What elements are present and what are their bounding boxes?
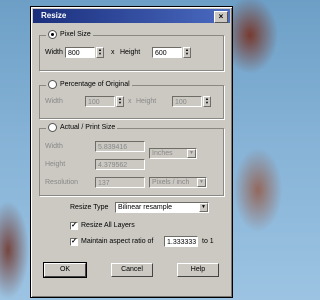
spin-down-icon[interactable]: ▼	[204, 101, 210, 105]
height-input[interactable]: 600	[152, 47, 182, 58]
percentage-group: Percentage of Original Width 100 ▲ ▼ x H…	[39, 80, 224, 119]
help-button[interactable]: Help	[177, 263, 219, 277]
resize-type-label: Resize Type	[70, 204, 109, 211]
percent-height-label: Height	[136, 98, 157, 105]
print-width-label: Width	[45, 143, 63, 150]
resize-dialog: Resize × Pixel Size Width 800 ▲ ▼ x Heig…	[30, 6, 233, 298]
resolution-units-value: Pixels / inch	[152, 179, 190, 186]
pixel-size-group: Pixel Size Width 800 ▲ ▼ x Height 600 ▲ …	[39, 30, 224, 71]
print-height-label: Height	[45, 161, 66, 168]
spin-down-icon[interactable]: ▼	[97, 52, 103, 56]
aspect-ratio-input[interactable]: 1.333333	[164, 236, 198, 247]
percentage-radio[interactable]	[48, 80, 57, 89]
width-spinner[interactable]: ▲ ▼	[96, 47, 104, 58]
print-height-input[interactable]: 4.379562	[95, 159, 145, 170]
resize-all-layers-label: Resize All Layers	[81, 222, 135, 229]
maintain-aspect-label: Maintain aspect ratio of	[81, 238, 154, 245]
width-input[interactable]: 800	[65, 47, 95, 58]
percent-height-input[interactable]: 100	[172, 96, 202, 107]
spin-down-icon[interactable]: ▼	[184, 52, 190, 56]
maintain-aspect-checkbox[interactable]: ✓	[70, 238, 78, 246]
width-label: Width	[45, 49, 63, 56]
height-spinner[interactable]: ▲ ▼	[183, 47, 191, 58]
resolution-units-select[interactable]: Pixels / inch ▼	[149, 177, 207, 188]
percent-width-spinner[interactable]: ▲ ▼	[116, 96, 124, 107]
resolution-label: Resolution	[45, 179, 79, 186]
resize-type-value: Bilinear resample	[118, 204, 173, 211]
cancel-button[interactable]: Cancel	[111, 263, 153, 277]
aspect-suffix-label: to 1	[202, 238, 214, 245]
print-size-legend: Actual / Print Size	[46, 123, 118, 132]
pixel-size-radio[interactable]	[48, 30, 57, 39]
percent-times-label: x	[128, 98, 132, 105]
resolution-input[interactable]: 137	[95, 177, 145, 188]
percent-height-spinner[interactable]: ▲ ▼	[203, 96, 211, 107]
resize-type-select[interactable]: Bilinear resample ▼	[115, 202, 209, 213]
pixel-size-label: Pixel Size	[60, 31, 91, 38]
percentage-legend: Percentage of Original	[46, 80, 132, 89]
close-button[interactable]: ×	[214, 11, 228, 23]
dropdown-arrow-icon[interactable]: ▼	[197, 178, 206, 187]
dialog-title: Resize	[41, 11, 67, 20]
print-size-label: Actual / Print Size	[60, 124, 116, 131]
height-label: Height	[120, 49, 141, 56]
title-bar[interactable]: Resize ×	[33, 9, 230, 23]
units-value: Inches	[152, 150, 173, 157]
dropdown-arrow-icon[interactable]: ▼	[199, 203, 208, 212]
spin-down-icon[interactable]: ▼	[117, 101, 123, 105]
percent-width-input[interactable]: 100	[85, 96, 115, 107]
print-size-group: Actual / Print Size Width 5.839416 Inche…	[39, 123, 224, 196]
resize-all-layers-checkbox[interactable]: ✓	[70, 222, 78, 230]
pixel-size-legend: Pixel Size	[46, 30, 93, 39]
dropdown-arrow-icon[interactable]: ▼	[187, 149, 196, 158]
units-select[interactable]: Inches ▼	[149, 148, 197, 159]
ok-button[interactable]: OK	[43, 262, 87, 278]
print-width-input[interactable]: 5.839416	[95, 141, 145, 152]
percentage-label: Percentage of Original	[60, 81, 130, 88]
times-label: x	[111, 49, 115, 56]
percent-width-label: Width	[45, 98, 63, 105]
print-size-radio[interactable]	[48, 123, 57, 132]
